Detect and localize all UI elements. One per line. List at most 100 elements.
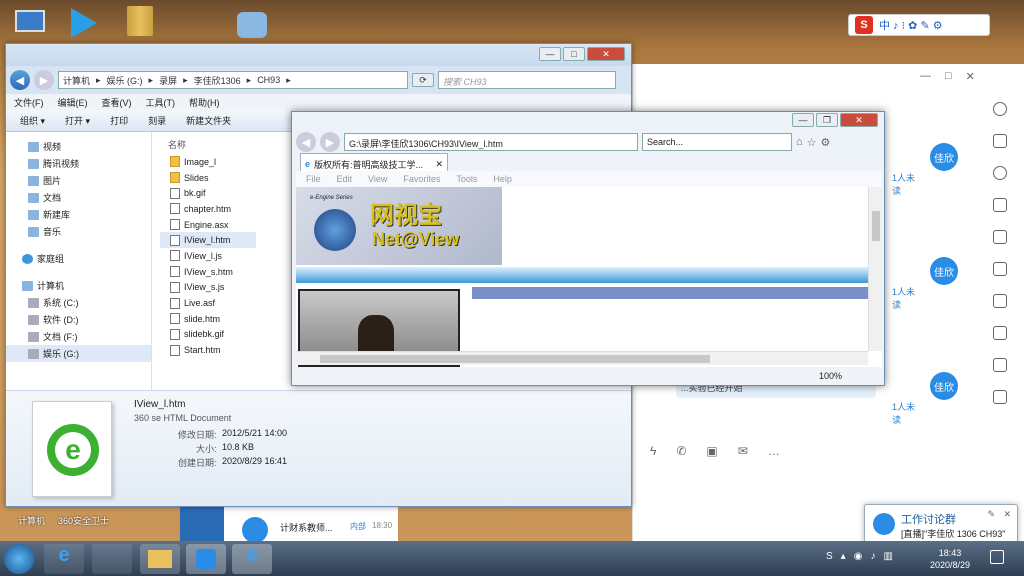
desktop-label-computer[interactable]: 计算机 xyxy=(18,514,45,527)
apps-icon[interactable] xyxy=(993,358,1007,372)
minimize-button[interactable]: — xyxy=(792,113,814,127)
file-item[interactable]: IView_s.js xyxy=(160,280,256,296)
recorder-taskbar-icon[interactable] xyxy=(186,544,226,574)
menu-tools[interactable]: 工具(T) xyxy=(146,96,176,109)
open-button[interactable]: 打开 ▾ xyxy=(65,114,90,127)
archive-desktop-icon[interactable] xyxy=(120,4,160,40)
flash-icon[interactable]: ϟ xyxy=(650,444,656,462)
show-hidden-icon[interactable]: ▴ xyxy=(841,551,846,562)
nav-item[interactable]: 软件 (D:) xyxy=(6,311,151,328)
nav-item[interactable]: 新建库 xyxy=(6,206,151,223)
avatar[interactable]: 佳欣 xyxy=(930,143,958,171)
nav-item[interactable]: 腾讯视频 xyxy=(6,155,151,172)
menu-edit[interactable]: Edit xyxy=(337,174,353,184)
nav-item[interactable]: 图片 xyxy=(6,172,151,189)
box-icon[interactable] xyxy=(993,390,1007,404)
menu-tools[interactable]: Tools xyxy=(456,174,477,184)
file-item[interactable]: bk.gif xyxy=(160,185,256,201)
phone-icon[interactable]: ✆ xyxy=(676,444,686,462)
restore-button[interactable]: ❐ xyxy=(816,113,838,127)
sogou-tray-icon[interactable]: S xyxy=(826,551,833,562)
file-item[interactable]: Engine.asx xyxy=(160,217,256,233)
menu-favorites[interactable]: Favorites xyxy=(403,174,440,184)
menu-file[interactable]: File xyxy=(306,174,321,184)
menu-view[interactable]: View xyxy=(368,174,387,184)
nav-item[interactable]: 系统 (C:) xyxy=(6,294,151,311)
messenger-tray-icon[interactable]: ◉ xyxy=(854,551,863,562)
file-item[interactable]: slidebk.gif xyxy=(160,327,256,343)
minimize-button[interactable]: — xyxy=(539,47,561,61)
avatar[interactable]: 佳欣 xyxy=(930,372,958,400)
file-item[interactable]: Slides xyxy=(160,170,256,186)
file-item-selected[interactable]: IView_l.htm xyxy=(160,232,256,249)
forward-icon[interactable]: ▶ xyxy=(320,132,340,152)
organize-button[interactable]: 组织 ▾ xyxy=(20,114,45,127)
menu-help[interactable]: 帮助(H) xyxy=(189,96,220,109)
flash-icon[interactable] xyxy=(993,326,1007,340)
sogou-icon[interactable]: S xyxy=(855,16,873,34)
ie-window-taskbar-icon[interactable]: e xyxy=(232,544,272,574)
mail-icon[interactable]: ✉ xyxy=(738,444,748,462)
print-button[interactable]: 打印 xyxy=(110,114,128,127)
chat-list-item[interactable]: 计财系教师... 内部 18:30 xyxy=(180,507,398,543)
zoom-level[interactable]: 100% xyxy=(819,371,842,381)
add-member-icon[interactable] xyxy=(993,134,1007,148)
computer-desktop-icon[interactable] xyxy=(10,6,50,42)
breadcrumb[interactable]: 录屏 xyxy=(159,74,177,87)
video-icon[interactable]: ▣ xyxy=(706,444,717,462)
new-folder-button[interactable]: 新建文件夹 xyxy=(186,114,231,127)
close-icon[interactable]: ✕ xyxy=(966,70,975,84)
home-icon[interactable]: ⌂ xyxy=(796,136,803,148)
explorer-taskbar-icon[interactable] xyxy=(140,544,180,574)
close-button[interactable]: ✕ xyxy=(587,47,625,61)
volume-icon[interactable]: ♪ xyxy=(870,551,875,562)
nav-item[interactable]: 计算机 xyxy=(6,277,151,294)
phone-icon[interactable] xyxy=(993,294,1007,308)
file-item[interactable]: Live.asf xyxy=(160,295,256,311)
menu-view[interactable]: 查看(V) xyxy=(102,96,132,109)
nav-item-selected[interactable]: 娱乐 (G:) xyxy=(6,345,151,362)
address-bar[interactable]: 计算机 ▸ 娱乐 (G:) ▸ 录屏 ▸ 李佳欣1306 ▸ CH93 ▸ xyxy=(58,71,408,89)
desktop-label-360[interactable]: 360安全卫士 xyxy=(58,514,109,527)
explorer-titlebar[interactable]: — □ ✕ xyxy=(6,44,631,66)
more-icon[interactable]: … xyxy=(768,444,780,462)
horizontal-scrollbar[interactable] xyxy=(296,351,868,365)
ie-address-bar[interactable]: G:\录屏\李佳欣1306\CH93\IView_l.htm xyxy=(344,133,638,151)
burn-button[interactable]: 刻录 xyxy=(148,114,166,127)
breadcrumb[interactable]: 娱乐 (G:) xyxy=(107,74,143,87)
more-icon[interactable] xyxy=(993,102,1007,116)
settings-icon[interactable]: ⚙ xyxy=(821,136,831,149)
breadcrumb[interactable]: 李佳欣1306 xyxy=(194,74,241,87)
game-desktop-icon[interactable] xyxy=(232,10,272,46)
close-button[interactable]: ✕ xyxy=(840,113,878,127)
ie-taskbar-icon[interactable]: e xyxy=(44,544,84,574)
nav-item[interactable]: 文档 xyxy=(6,189,151,206)
pin-icon[interactable]: ✎ xyxy=(987,509,995,520)
nav-item[interactable]: 视频 xyxy=(6,138,151,155)
menu-file[interactable]: 文件(F) xyxy=(14,96,44,109)
announce-icon[interactable] xyxy=(993,230,1007,244)
messenger-taskbar-icon[interactable] xyxy=(92,544,132,574)
folder-icon[interactable] xyxy=(993,198,1007,212)
maximize-icon[interactable]: □ xyxy=(945,70,952,84)
file-item[interactable]: chapter.htm xyxy=(160,201,256,217)
minimize-icon[interactable]: — xyxy=(920,70,931,84)
clock[interactable]: 18:43 2020/8/29 xyxy=(930,547,970,571)
refresh-icon[interactable]: ⟳ xyxy=(412,73,434,87)
ime-options[interactable]: 中 ♪ ⁝ ✿ ✎ ⚙ xyxy=(879,17,943,33)
menu-help[interactable]: Help xyxy=(493,174,512,184)
file-item[interactable]: Start.htm xyxy=(160,342,256,358)
back-icon[interactable]: ◀ xyxy=(10,70,30,90)
start-button[interactable] xyxy=(4,544,34,574)
file-item[interactable]: IView_s.htm xyxy=(160,264,256,280)
action-center-icon[interactable] xyxy=(990,550,1004,564)
nav-item[interactable]: 家庭组 xyxy=(6,250,151,267)
file-item[interactable]: Image_l xyxy=(160,154,256,170)
vertical-scrollbar[interactable] xyxy=(868,187,882,351)
ime-toolbar[interactable]: S 中 ♪ ⁝ ✿ ✎ ⚙ xyxy=(848,14,990,36)
history-icon[interactable] xyxy=(993,166,1007,180)
nav-item[interactable]: 音乐 xyxy=(6,223,151,240)
close-icon[interactable]: ✕ xyxy=(1003,509,1011,520)
breadcrumb[interactable]: 计算机 xyxy=(63,74,90,87)
file-item[interactable]: slide.htm xyxy=(160,311,256,327)
